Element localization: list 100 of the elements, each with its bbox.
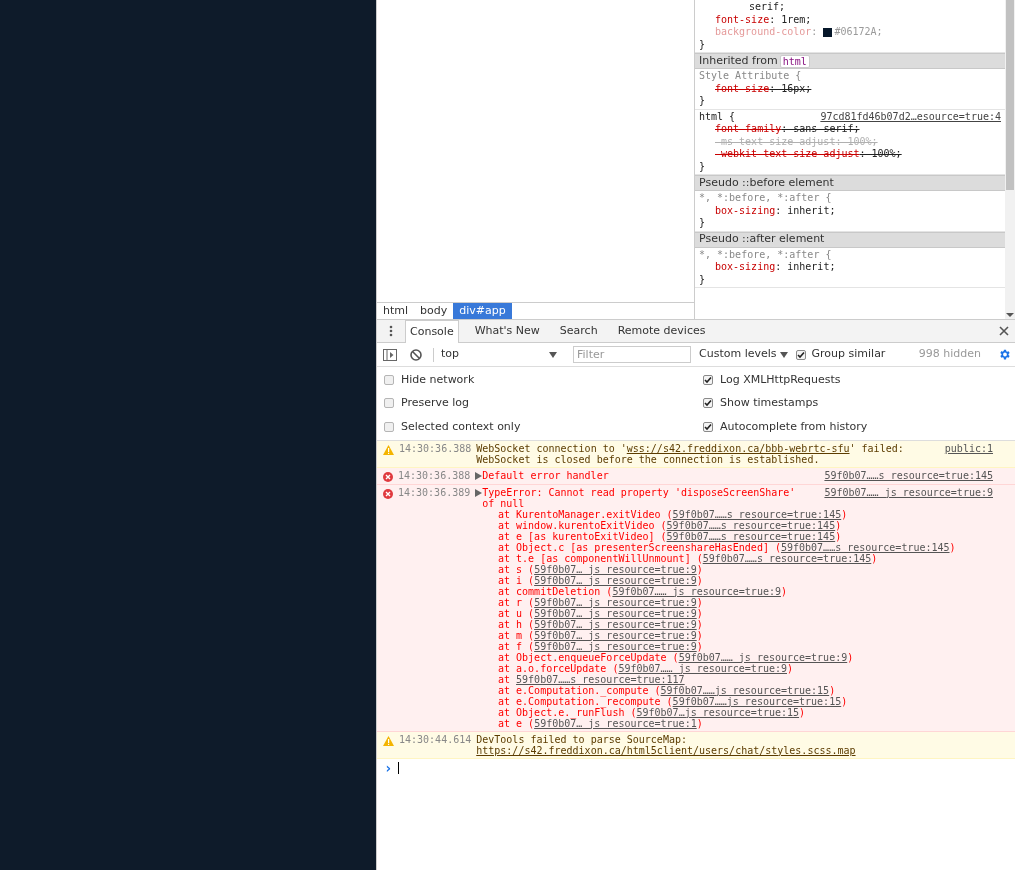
source-link[interactable]: 59f0b07… js resource=true:9 xyxy=(534,618,697,630)
checkbox[interactable] xyxy=(703,421,713,432)
css-property: -ms-text-size-adjust xyxy=(715,135,836,148)
stack-frame: at u (59f0b07… js resource=true:9) xyxy=(498,607,703,619)
prompt-icon: › xyxy=(384,761,393,774)
warning-icon xyxy=(383,444,394,455)
expand-triangle-icon[interactable] xyxy=(475,488,483,497)
setting-label: Log XMLHttpRequests xyxy=(720,371,841,388)
stack-frame: at a.o.forceUpdate (59f0b07…… js resource=true:9) xyxy=(498,662,794,674)
url-link[interactable]: wss://s42.freddixon.ca/bbb-webrtc-sfu xyxy=(626,442,850,454)
css-property: font-size xyxy=(715,82,770,95)
error-icon xyxy=(383,471,393,482)
stack-frame: at s (59f0b07… js resource=true:9) xyxy=(498,563,703,575)
stack-frame: at Object.c [as presenterScreenshareHasEnded] (59f0b07……s resource=true:145) xyxy=(498,541,956,553)
checkbox[interactable] xyxy=(384,374,394,385)
source-link[interactable]: 59f0b07……s resource=true:145 xyxy=(672,508,842,520)
checkbox[interactable] xyxy=(703,398,713,409)
message-text: Default error handler xyxy=(482,469,609,481)
css-value: : inherit; xyxy=(775,204,836,217)
close-icon[interactable] xyxy=(999,326,1009,336)
stack-frame: at t.e [as componentWillUnmount] (59f0b07……s resource=true:145) xyxy=(498,552,878,564)
source-link[interactable]: 59f0b07… js resource=true:9 xyxy=(534,596,697,608)
stack-frame: at 59f0b07……s resource=true:117 xyxy=(498,673,685,685)
settings-icon[interactable] xyxy=(998,348,1011,361)
section-title: Pseudo ::after element xyxy=(699,231,825,248)
source-link[interactable]: 59f0b07… js resource=true:9 xyxy=(534,563,697,575)
source-link[interactable]: 59f0b07… js resource=true:9 xyxy=(534,629,697,641)
source-link[interactable]: 59f0b07… js resource=true:1 xyxy=(534,717,697,729)
breadcrumb[interactable]: body xyxy=(414,303,454,319)
source-link[interactable]: 59f0b07… js resource=true:9 xyxy=(534,640,697,652)
source-link[interactable]: 59f0b07……s resource=true:145 xyxy=(702,552,872,564)
scrollbar[interactable] xyxy=(1005,0,1015,319)
source-link[interactable]: 59f0b07…js resource=true:15 xyxy=(636,706,800,718)
closing-brace: } xyxy=(699,95,707,108)
source-link[interactable]: 59f0b07…… js resource=true:9 xyxy=(824,486,993,498)
css-selector: Style Attribute { xyxy=(699,70,802,83)
drawer-tab[interactable]: Remote devices xyxy=(613,320,710,342)
checkbox[interactable] xyxy=(384,398,394,409)
dropdown-caret-icon xyxy=(549,351,557,358)
breadcrumb[interactable]: div#app xyxy=(453,303,512,319)
source-link[interactable]: 59f0b07…… js resource=true:9 xyxy=(678,651,848,663)
css-value: : 100%; xyxy=(859,148,902,161)
color-swatch[interactable] xyxy=(823,27,833,37)
setting-label: Autocomplete from history xyxy=(720,418,868,435)
stack-frame: at KurentoManager.exitVideo (59f0b07……s resource=true:145) xyxy=(498,508,848,520)
stack-frame: at e.Computation._recompute (59f0b07……js resource=true:15) xyxy=(498,695,848,707)
css-value: : sans-serif; xyxy=(781,123,860,136)
warning-icon xyxy=(383,735,394,746)
css-selector: *, *:before, *:after { xyxy=(699,192,832,205)
source-link[interactable]: 97cd81fd46b07d2…esource=true:4 xyxy=(820,110,1001,123)
closing-brace: } xyxy=(699,160,707,173)
sidebar-toggle-icon[interactable] xyxy=(383,348,397,361)
clear-console-icon[interactable] xyxy=(410,348,422,361)
section-title: Inherited from xyxy=(699,52,778,69)
stack-frame: at m (59f0b07… js resource=true:9) xyxy=(498,629,703,641)
source-link[interactable]: 59f0b07…… js resource=true:9 xyxy=(618,662,787,674)
more-menu-icon[interactable] xyxy=(389,325,393,337)
source-link[interactable]: 59f0b07… js resource=true:9 xyxy=(534,607,697,619)
checkbox[interactable] xyxy=(384,421,394,432)
text-cursor[interactable] xyxy=(398,761,400,774)
source-link[interactable]: 59f0b07……js resource=true:15 xyxy=(672,695,842,707)
stack-frame: at f (59f0b07… js resource=true:9) xyxy=(498,640,703,652)
checkbox[interactable] xyxy=(795,349,806,360)
drawer-tab[interactable]: What's New xyxy=(470,320,544,342)
stack-frame: at window.kurentoExitVideo (59f0b07……s resource=true:145) xyxy=(498,519,842,531)
stack-frame: at e.Computation._compute (59f0b07……js resource=true:15) xyxy=(498,684,836,696)
drawer-tab[interactable]: Search xyxy=(555,320,602,342)
closing-brace: } xyxy=(699,38,707,51)
error-icon xyxy=(383,488,393,499)
stack-frame: at e (59f0b07… js resource=true:1) xyxy=(498,717,703,729)
css-value: : 16px; xyxy=(769,82,812,95)
breadcrumb[interactable]: html xyxy=(377,303,415,319)
context-select[interactable]: top xyxy=(441,346,557,363)
checkbox-label: Group similar xyxy=(811,346,886,363)
css-value: : 1rem; xyxy=(769,13,812,26)
expand-triangle-icon[interactable] xyxy=(475,471,483,480)
source-link[interactable]: 59f0b07……s resource=true:117 xyxy=(516,673,685,685)
setting-label: Show timestamps xyxy=(720,395,819,411)
closing-brace: } xyxy=(699,217,707,230)
source-link[interactable]: 59f0b07……s resource=true:145 xyxy=(666,519,836,531)
source-link[interactable]: public:1 xyxy=(944,442,993,454)
source-link[interactable]: 59f0b07…… js resource=true:9 xyxy=(612,585,781,597)
drawer-tab[interactable]: Console xyxy=(405,320,459,343)
source-link[interactable]: 59f0b07… js resource=true:9 xyxy=(534,574,697,586)
css-property: font-family xyxy=(715,123,782,136)
source-link[interactable]: 59f0b07……s resource=true:145 xyxy=(780,541,950,553)
source-link[interactable]: 59f0b07……s resource=true:145 xyxy=(824,469,993,481)
message-text: DevTools failed to parse SourceMap: https://s42.freddixon.ca/html5client/users/chat/styles.scss.map xyxy=(476,733,857,756)
url-link[interactable]: https://s42.freddixon.ca/html5client/users/chat/styles.scss.map xyxy=(476,744,856,756)
hidden-count: 998 hidden xyxy=(918,346,981,363)
filter-field[interactable]: Filter xyxy=(573,346,691,363)
setting-label: Hide network xyxy=(401,371,475,388)
checkbox[interactable] xyxy=(703,374,713,385)
source-link[interactable]: 59f0b07……js resource=true:15 xyxy=(660,684,830,696)
setting-label: Preserve log xyxy=(401,395,470,411)
css-value: : inherit; xyxy=(775,261,836,274)
levels-dropdown[interactable]: Custom levels xyxy=(699,346,788,363)
node-tag[interactable]: html xyxy=(779,54,810,68)
stack-frame: at e [as kurentoExitVideo] (59f0b07……s resource=true:145) xyxy=(498,530,842,542)
message-text: WebSocket connection to 'wss://s42.freddixon.ca/bbb-webrtc-sfu' failed: WebSocket is closed before the connection is established. xyxy=(476,442,905,465)
